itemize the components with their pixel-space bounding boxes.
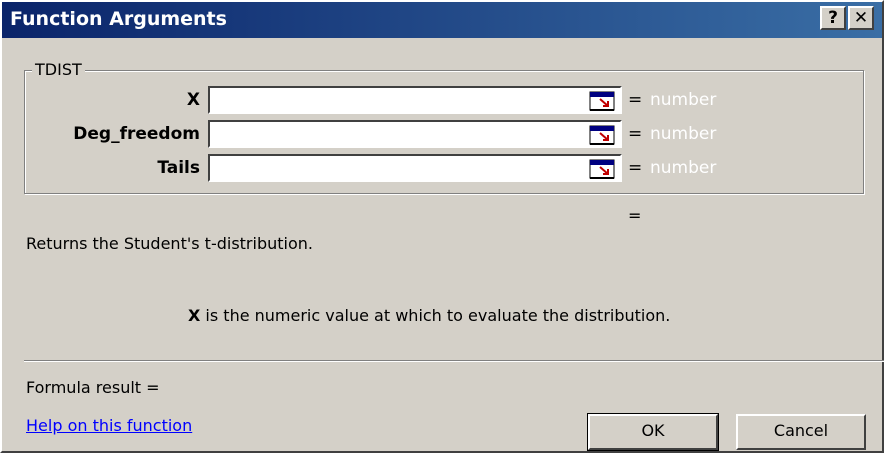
function-result-equals: =: [628, 206, 642, 225]
arg-label-tails: Tails: [157, 158, 200, 178]
help-on-function-link[interactable]: Help on this function: [26, 416, 192, 435]
arg-result-x: number: [650, 90, 717, 110]
arg-result-deg-freedom: number: [650, 124, 717, 144]
collapse-dialog-icon[interactable]: [588, 90, 618, 112]
collapse-dialog-icon[interactable]: [588, 124, 618, 146]
help-button[interactable]: ?: [820, 6, 846, 30]
argument-help-body: is the numeric value at which to evaluat…: [200, 306, 671, 325]
function-name-label: TDIST: [32, 60, 85, 79]
arg-input-x[interactable]: [208, 86, 622, 114]
separator-line: [24, 360, 884, 362]
cancel-button[interactable]: Cancel: [736, 414, 866, 450]
arg-input-tails[interactable]: [208, 154, 622, 182]
dialog-title: Function Arguments: [10, 8, 227, 30]
arg-equals-x: =: [628, 90, 643, 110]
formula-result-label: Formula result =: [26, 378, 160, 397]
function-arguments-dialog: Function Arguments ? ✕ TDIST X = number …: [0, 0, 884, 453]
close-button[interactable]: ✕: [848, 6, 874, 30]
argument-help-text: X is the numeric value at which to evalu…: [188, 306, 670, 325]
function-description: Returns the Student's t-distribution.: [26, 234, 313, 253]
arg-equals-tails: =: [628, 158, 643, 178]
ok-button[interactable]: OK: [587, 413, 719, 451]
arg-result-tails: number: [650, 158, 717, 178]
arg-equals-deg-freedom: =: [628, 124, 643, 144]
title-bar[interactable]: Function Arguments ? ✕: [2, 2, 882, 38]
arg-input-deg-freedom[interactable]: [208, 120, 622, 148]
arg-label-x: X: [186, 90, 200, 110]
argument-help-name: X: [188, 306, 201, 325]
arg-label-deg-freedom: Deg_freedom: [73, 124, 200, 144]
collapse-dialog-icon[interactable]: [588, 158, 618, 180]
